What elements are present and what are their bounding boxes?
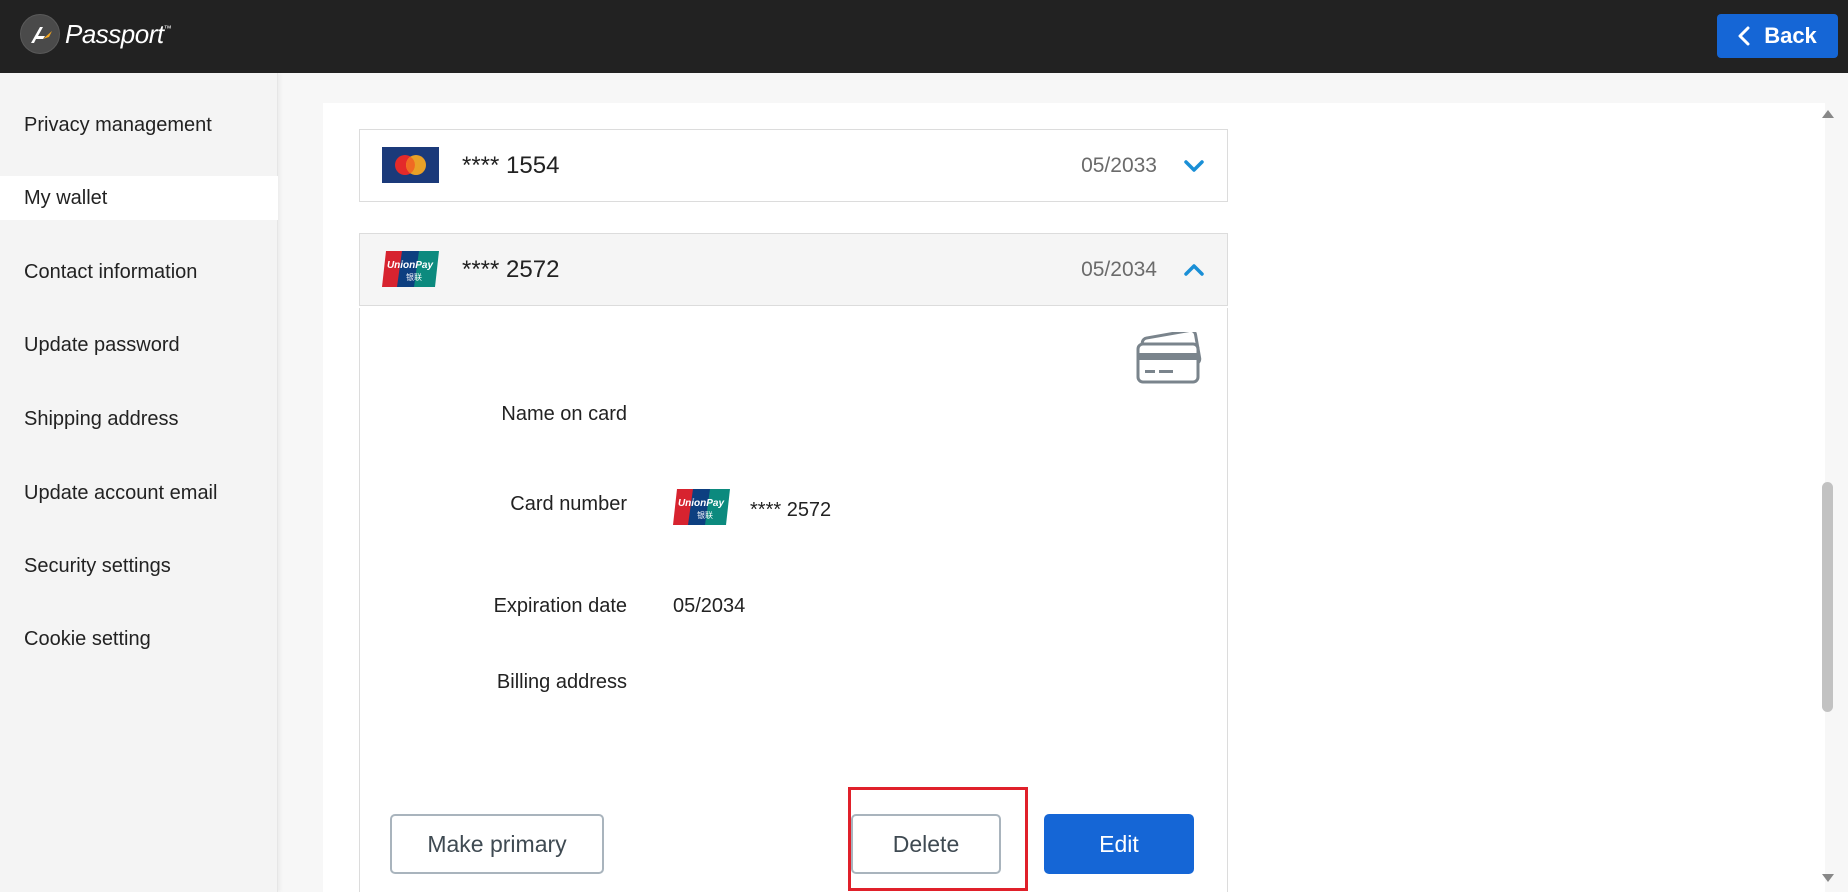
expiration-date-label: Expiration date	[493, 595, 627, 617]
unionpay-logo-icon: UnionPay 银联	[382, 251, 439, 287]
top-bar: Passport ™ Back	[0, 0, 1848, 73]
card-row-unionpay[interactable]: UnionPay 银联 **** 2572 05/2034	[359, 233, 1228, 306]
delete-button-highlight	[848, 787, 1028, 891]
card-details-panel: Name on card Card number UnionPay 银联 ***…	[359, 308, 1228, 892]
back-button[interactable]: Back	[1717, 14, 1838, 58]
sidebar-item-privacy-management[interactable]: Privacy management	[0, 103, 278, 147]
sidebar-item-label: Security settings	[24, 554, 171, 577]
sidebar-item-label: Contact information	[24, 260, 198, 283]
svg-text:UnionPay: UnionPay	[387, 260, 434, 271]
name-on-card-label: Name on card	[501, 403, 627, 425]
scroll-down-arrow[interactable]	[1822, 874, 1834, 882]
card-masked-number: **** 2572	[462, 255, 560, 283]
brand-trademark: ™	[163, 23, 172, 33]
scroll-up-arrow[interactable]	[1822, 110, 1834, 118]
passport-logo-icon	[20, 14, 60, 54]
chevron-down-icon[interactable]	[1183, 158, 1205, 174]
make-primary-label: Make primary	[427, 830, 567, 857]
sidebar-item-cookie-setting[interactable]: Cookie setting	[0, 617, 278, 661]
sidebar-item-label: Cookie setting	[24, 627, 151, 650]
sidebar-item-label: Shipping address	[24, 407, 179, 430]
passport-logo[interactable]: Passport ™	[20, 14, 172, 54]
sidebar-item-label: Update password	[24, 333, 180, 356]
sidebar-item-update-password[interactable]: Update password	[0, 323, 278, 367]
sidebar-item-contact-information[interactable]: Contact information	[0, 250, 278, 294]
sidebar-item-security-settings[interactable]: Security settings	[0, 544, 278, 588]
svg-text:银联: 银联	[406, 272, 422, 282]
mastercard-logo-icon	[382, 147, 439, 183]
edit-label: Edit	[1099, 830, 1139, 857]
back-button-label: Back	[1764, 23, 1817, 48]
sidebar-item-label: My wallet	[24, 186, 108, 209]
card-row-mastercard[interactable]: **** 1554 05/2033	[359, 129, 1228, 202]
sidebar-item-label: Privacy management	[24, 113, 212, 136]
sidebar: Privacy management My wallet Contact inf…	[0, 73, 278, 892]
sidebar-item-label: Update account email	[24, 481, 218, 504]
unionpay-logo-icon: UnionPay 银联	[673, 489, 730, 525]
card-expiry: 05/2033	[1081, 153, 1157, 177]
svg-text:UnionPay: UnionPay	[678, 498, 725, 509]
card-number-label: Card number	[510, 493, 627, 515]
sidebar-item-shipping-address[interactable]: Shipping address	[0, 397, 278, 441]
sidebar-item-update-account-email[interactable]: Update account email	[0, 471, 278, 515]
billing-address-label: Billing address	[496, 671, 627, 693]
chevron-up-icon[interactable]	[1183, 262, 1205, 278]
card-masked-number: **** 1554	[462, 151, 560, 179]
card-expiry: 05/2034	[1081, 257, 1157, 281]
brand-name: Passport	[65, 18, 164, 49]
svg-text:银联: 银联	[697, 510, 713, 520]
make-primary-button[interactable]: Make primary	[390, 814, 604, 874]
expiration-date-value: 05/2034	[673, 595, 746, 617]
scrollbar-thumb[interactable]	[1822, 482, 1833, 712]
wallet-panel: **** 1554 05/2033 UnionPay 银联 **** 2572 …	[323, 103, 1825, 892]
edit-button[interactable]: Edit	[1044, 814, 1194, 874]
chevron-left-icon	[1738, 26, 1750, 46]
card-number-value: **** 2572	[750, 499, 832, 521]
sidebar-item-my-wallet[interactable]: My wallet	[0, 176, 278, 220]
credit-card-icon	[1136, 332, 1202, 384]
